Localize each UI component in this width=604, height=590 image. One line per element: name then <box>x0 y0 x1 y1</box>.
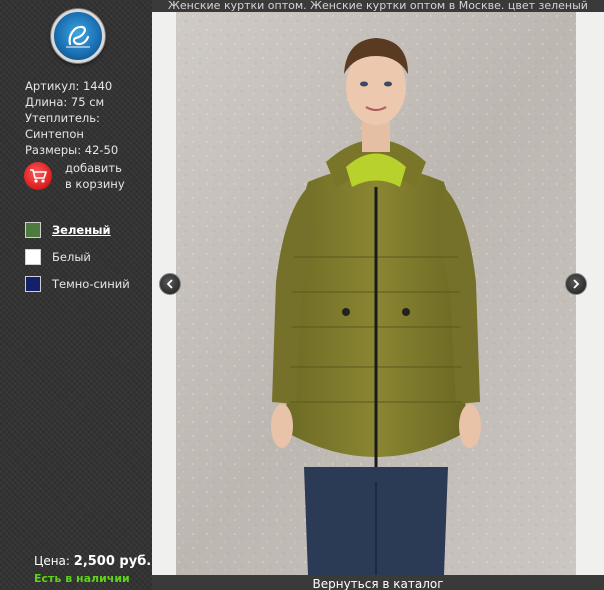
price: Цена: 2,500 руб. <box>34 554 151 569</box>
color-options: Зеленый Белый Темно-синий <box>25 221 130 302</box>
color-label-navy[interactable]: Темно-синий <box>52 277 130 291</box>
logo-emblem-icon[interactable] <box>51 9 105 63</box>
color-option-green[interactable]: Зеленый <box>25 221 130 238</box>
color-option-white[interactable]: Белый <box>25 248 130 265</box>
insulation-label: Утеплитель: <box>25 111 100 125</box>
price-block: Цена: 2,500 руб. Есть в наличии <box>34 554 151 585</box>
product-specs: Артикул: 1440 Длина: 75 см Утеплитель: С… <box>25 78 118 158</box>
add-to-cart-label[interactable]: добавить в корзину <box>65 160 125 192</box>
add-to-cart-button[interactable]: добавить в корзину <box>24 160 125 192</box>
color-label-white[interactable]: Белый <box>52 250 91 264</box>
color-swatch-white[interactable] <box>25 248 41 265</box>
product-sidebar: Артикул: 1440 Длина: 75 см Утеплитель: С… <box>0 0 152 590</box>
gallery-next-button[interactable] <box>565 273 587 295</box>
insulation-value: Синтепон <box>25 127 84 141</box>
length: Длина: 75 см <box>25 95 105 109</box>
product-photo[interactable] <box>176 12 576 575</box>
article-number: Артикул: 1440 <box>25 79 113 93</box>
chevron-right-icon[interactable] <box>571 279 581 289</box>
product-photo-frame <box>152 12 604 575</box>
stock-status: Есть в наличии <box>34 572 130 585</box>
add-to-cart-line1[interactable]: добавить <box>65 160 125 176</box>
add-to-cart-line2[interactable]: в корзину <box>65 176 125 192</box>
price-label: Цена: <box>34 554 70 568</box>
shopping-cart-icon[interactable] <box>24 162 52 190</box>
color-swatch-navy[interactable] <box>25 275 41 292</box>
gallery-prev-button[interactable] <box>159 273 181 295</box>
back-to-catalog-link[interactable]: Вернуться в каталог <box>152 575 604 590</box>
page-title: Женские куртки оптом. Женские куртки опт… <box>152 0 604 12</box>
sizes: Размеры: 42-50 <box>25 143 119 157</box>
chevron-left-icon[interactable] <box>165 279 175 289</box>
price-value: 2,500 руб. <box>73 554 152 569</box>
color-label-green[interactable]: Зеленый <box>52 223 111 237</box>
color-option-navy[interactable]: Темно-синий <box>25 275 130 292</box>
color-swatch-green[interactable] <box>25 221 41 238</box>
